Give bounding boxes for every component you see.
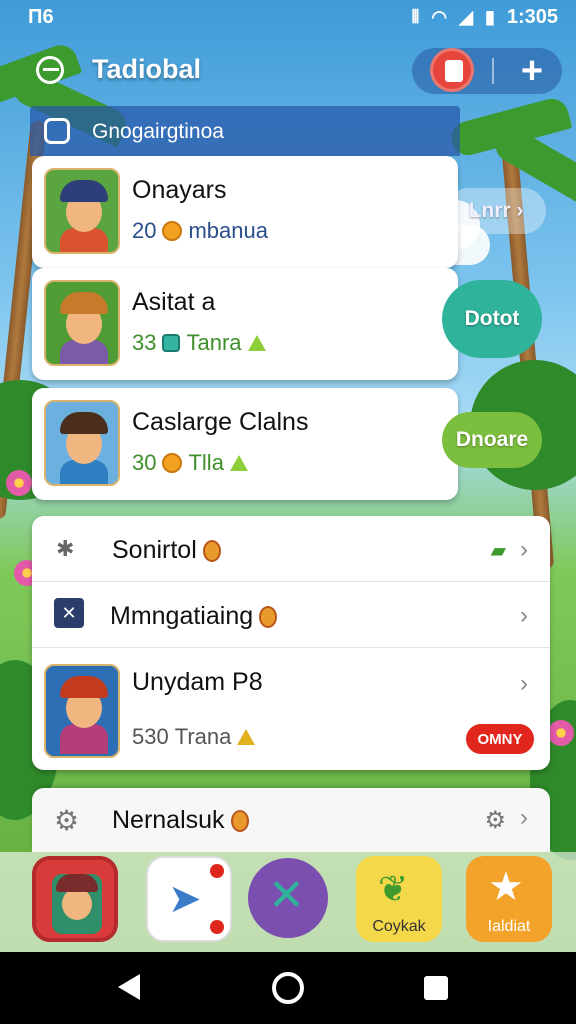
game-stats: 30 Tlla <box>132 450 248 476</box>
triangle-icon <box>237 729 256 745</box>
section-title: Gnogairgtinoa <box>92 120 224 143</box>
recent-apps-icon[interactable] <box>424 976 448 1000</box>
hero-avatar-icon <box>52 874 102 934</box>
document-button[interactable] <box>430 48 474 92</box>
game-thumbnail <box>44 168 120 254</box>
dnoare-button[interactable]: Dnoare <box>442 412 542 468</box>
star-icon: ★ <box>488 865 524 909</box>
stat-label: mbanua <box>188 218 268 243</box>
dock-hero-app[interactable] <box>32 856 118 942</box>
game-stats: 33 Tanra <box>132 330 266 356</box>
menu-panel: ✱ Sonirtol ▰ › ✕ Mmngatiaing › Unydam P8… <box>32 516 550 770</box>
puzzle-icon: ✱ <box>56 536 75 561</box>
game-stats: 530 Trana <box>132 724 256 750</box>
app-logo-icon <box>36 56 64 84</box>
home-icon[interactable] <box>272 972 304 1004</box>
triangle-icon <box>229 455 248 471</box>
chevron-right-icon: › <box>520 602 528 629</box>
stat-value: 20 <box>132 218 157 243</box>
signal-icon: ◢ <box>459 7 473 27</box>
triangle-icon <box>247 335 266 351</box>
app-header: Tadiobal <box>0 42 576 98</box>
section-icon <box>44 118 70 144</box>
status-left-text: Π6 <box>28 6 54 28</box>
battery-icon: ▮ <box>484 7 495 27</box>
paper-plane-icon: ➤ <box>168 877 202 921</box>
app-title: Tadiobal <box>92 54 202 84</box>
section-header: Gnogairgtinoa <box>30 106 460 156</box>
stat-label: Tanra <box>186 330 242 355</box>
game-stats: 20 mbanua <box>132 218 268 244</box>
stat-value: 33 <box>132 330 157 355</box>
menu-item-unydam[interactable]: Unydam P8 530 Trana › OMNY <box>32 648 550 770</box>
stat-label: Tlla <box>188 450 224 475</box>
menu-label: Mmngatiaing <box>110 602 254 630</box>
dock-map-app[interactable]: ➤ <box>146 856 232 942</box>
menu-item-nernalsuk[interactable]: ⚙ Nernalsuk ⚙ › <box>32 788 550 852</box>
game-title: Caslarge Clalns <box>132 408 309 436</box>
medal-icon <box>230 810 249 833</box>
game-thumbnail <box>44 280 120 366</box>
crossed-tools-icon: ✕ <box>54 598 84 628</box>
document-icon <box>445 60 463 82</box>
stat-label: Trana <box>174 724 232 749</box>
dock-leaf-app[interactable]: ❦ Coykak <box>356 856 442 942</box>
coin-icon <box>162 453 183 473</box>
back-icon[interactable] <box>118 974 140 1000</box>
wifi-icon: ◠ <box>431 7 448 27</box>
chevron-right-icon: › <box>520 536 528 563</box>
medal-icon <box>259 606 278 629</box>
stat-value: 530 <box>132 724 169 749</box>
gear-icon: ⚙ <box>54 805 80 836</box>
car-icon: ▰ <box>490 540 506 562</box>
coin-icon <box>162 221 183 241</box>
menu-label: Nernalsuk <box>112 806 225 834</box>
stat-value: 30 <box>132 450 157 475</box>
bottom-dock: ➤ ✕ ❦ Coykak ★ Ialdiat <box>0 852 576 952</box>
vibrate-icon: ⦀ <box>411 7 420 27</box>
status-time: 1:305 <box>506 6 558 28</box>
game-thumbnail <box>44 400 120 486</box>
game-thumbnail <box>44 664 120 758</box>
dotot-button[interactable]: Dotot <box>442 280 542 358</box>
menu-item-sonirtol[interactable]: ✱ Sonirtol ▰ › <box>32 516 550 582</box>
add-button[interactable]: + <box>512 52 552 92</box>
menu-label: Unydam P8 <box>132 668 263 696</box>
dock-star-app[interactable]: ★ Ialdiat <box>466 856 552 942</box>
game-card-3[interactable]: Caslarge Clalns 30 Tlla <box>32 388 458 500</box>
game-title: Asitat a <box>132 288 216 316</box>
game-card-2[interactable]: Asitat a 33 Tanra <box>32 268 458 380</box>
chevron-right-icon: › <box>520 804 528 831</box>
chevron-right-icon: › <box>520 670 528 697</box>
dock-label: Coykak <box>372 918 426 935</box>
game-card-1[interactable]: Onayars 20 mbanua <box>32 156 458 268</box>
gem-icon <box>162 334 181 352</box>
menu-item-mmngatiaing[interactable]: ✕ Mmngatiaing › <box>32 582 550 648</box>
game-title: Onayars <box>132 176 227 204</box>
status-badge: OMNY <box>466 724 534 754</box>
dock-label: Ialdiat <box>487 918 531 935</box>
plus-icon: + <box>520 50 544 92</box>
status-bar: Π6 ⦀ ◠ ◢ ▮ 1:305 <box>0 0 576 34</box>
settings-gear-icon: ⚙ <box>484 807 506 834</box>
medal-icon <box>202 540 221 563</box>
leaf-icon: ❦ <box>378 868 409 909</box>
dock-swords-app[interactable]: ✕ <box>248 858 328 938</box>
header-divider <box>492 58 494 84</box>
menu-label: Sonirtol <box>112 536 197 564</box>
crossed-swords-icon: ✕ <box>268 871 305 920</box>
learn-button[interactable]: Lnrr › <box>446 188 546 234</box>
system-nav-bar <box>0 952 576 1024</box>
